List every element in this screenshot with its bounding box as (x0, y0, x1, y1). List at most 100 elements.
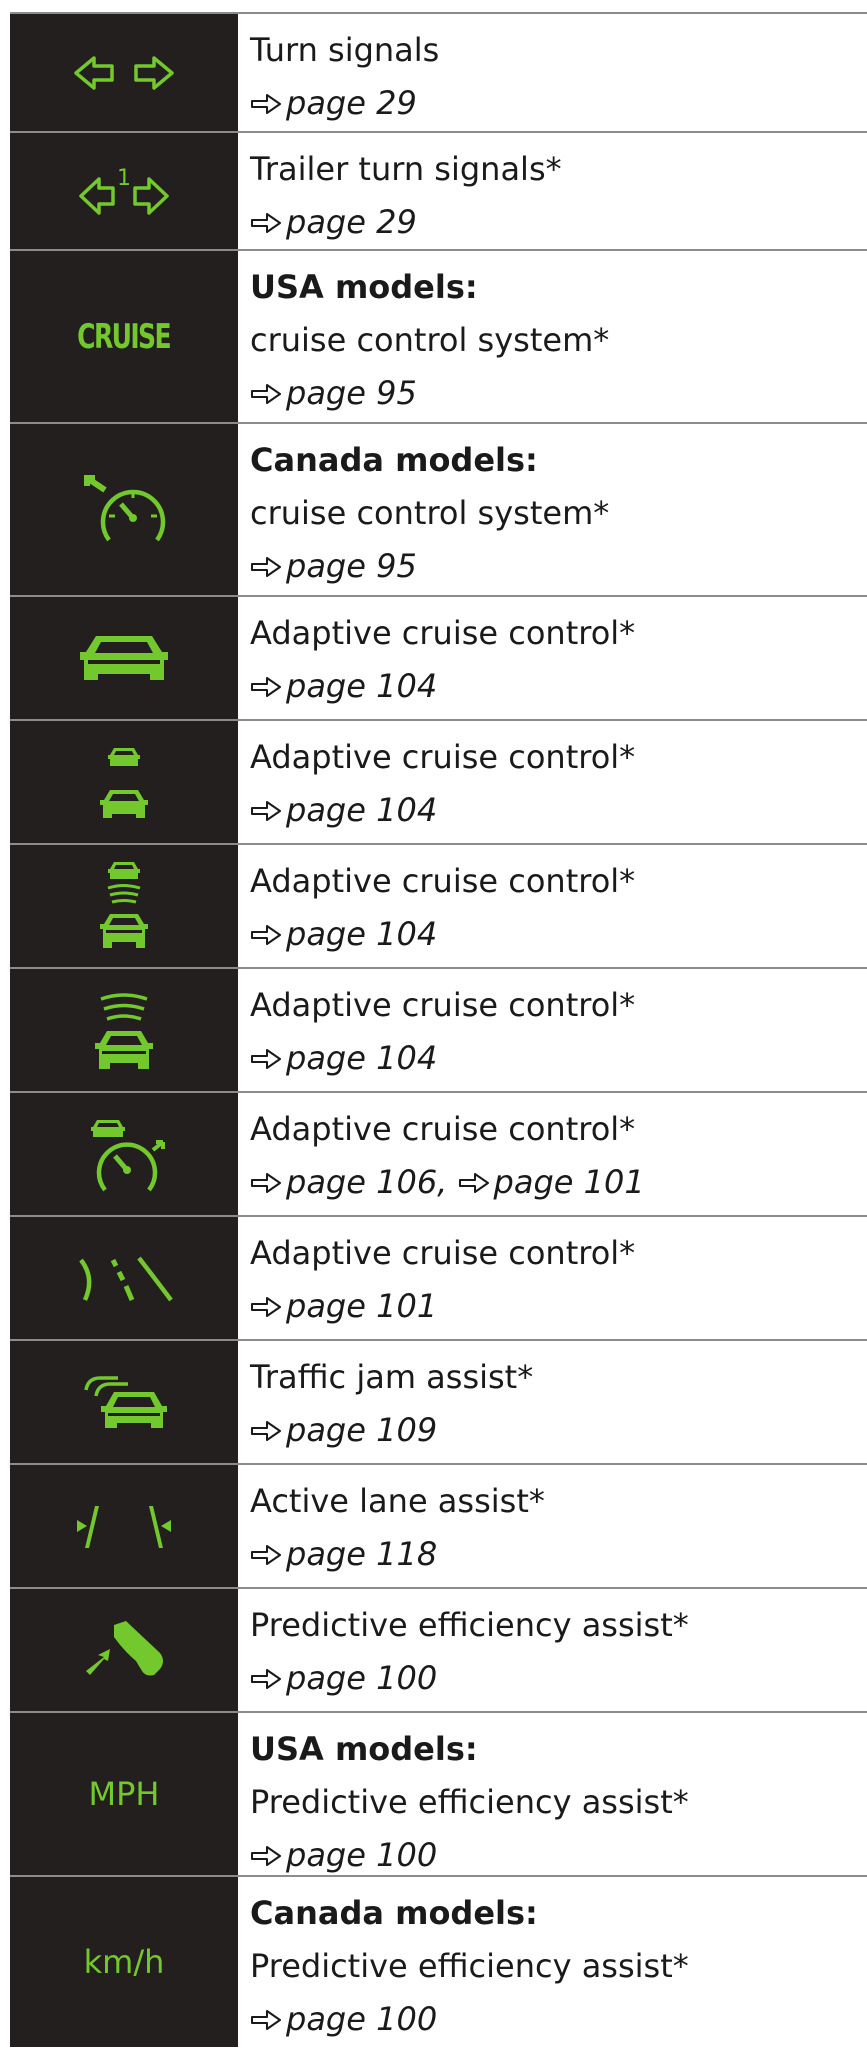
icon-cell: CRUISE (10, 251, 238, 422)
icon-cell (10, 1341, 238, 1463)
description-cell: Adaptive cruise control* page 104 (238, 597, 867, 719)
arrow-right-icon (251, 1669, 281, 1689)
page-reference[interactable]: page 101 (250, 1280, 867, 1333)
arrow-right-icon (251, 94, 281, 114)
arrow-right-icon (251, 1049, 281, 1069)
description-cell: Adaptive cruise control* page 106, page … (238, 1093, 867, 1215)
table-row: MPH USA models: Predictive efficiency as… (10, 1713, 867, 1877)
icon-cell (10, 1465, 238, 1587)
page-reference[interactable]: page 104 (250, 784, 867, 837)
page-reference[interactable]: page 100 (250, 1652, 867, 1705)
description-cell: Adaptive cruise control* page 104 (238, 845, 867, 967)
lane-assist-icon (77, 1506, 171, 1548)
mph-text-icon: MPH (88, 1775, 160, 1813)
page-reference[interactable]: page 104 (250, 660, 867, 713)
row-title: Turn signals (250, 31, 440, 69)
icon-cell (10, 1217, 238, 1339)
row-title: Predictive efficiency assist* (250, 1606, 689, 1644)
trailer-turn-signals-icon: 1 (79, 166, 169, 215)
table-row: Adaptive cruise control* page 104 (10, 597, 867, 721)
description-cell: USA models: Predictive efficiency assist… (238, 1713, 867, 1875)
table-row: CRUISE USA models: cruise control system… (10, 251, 867, 424)
row-title: Adaptive cruise control* (250, 986, 636, 1024)
arrow-right-icon (251, 1846, 281, 1866)
description-cell: Traffic jam assist* page 109 (238, 1341, 867, 1463)
arrow-right-icon (251, 557, 281, 577)
vehicle-distance-icon (100, 748, 148, 818)
page-reference[interactable]: page 109 (250, 1404, 867, 1457)
vehicle-icon (80, 636, 168, 680)
description-cell: Adaptive cruise control* page 104 (238, 969, 867, 1091)
kmh-text-icon: km/h (83, 1943, 165, 1981)
arrow-right-icon (251, 1297, 281, 1317)
row-title: Adaptive cruise control* (250, 614, 636, 652)
description-cell: Adaptive cruise control* page 104 (238, 721, 867, 843)
row-title: Adaptive cruise control* (250, 1110, 636, 1148)
arrow-right-icon (251, 2010, 281, 2030)
row-title: Trailer turn signals* (250, 150, 562, 188)
speedometer-icon (84, 474, 166, 541)
row-title: cruise control system* (250, 321, 610, 359)
table-row: km/h Canada models: Predictive efficienc… (10, 1877, 867, 2047)
arrow-right-icon (251, 384, 281, 404)
arrow-right-icon (458, 1173, 489, 1193)
icon-cell (10, 1589, 238, 1711)
page-reference[interactable]: page 106, page 101 (250, 1156, 867, 1209)
row-title: Predictive efficiency assist* (250, 1947, 689, 1985)
icon-cell (10, 969, 238, 1091)
icon-cell (10, 845, 238, 967)
table-row: Canada models: cruise control system* pa… (10, 424, 867, 597)
row-heading: USA models: (250, 268, 478, 306)
traffic-jam-icon (84, 1376, 167, 1428)
icon-cell: km/h (10, 1877, 238, 2047)
curve-road-icon (79, 1256, 173, 1302)
page-reference[interactable]: page 104 (250, 908, 867, 961)
icon-cell (10, 721, 238, 843)
row-title: Adaptive cruise control* (250, 1234, 636, 1272)
arrow-right-icon (251, 677, 281, 697)
page-reference[interactable]: page 95 (250, 540, 867, 593)
arrow-right-icon (251, 801, 281, 821)
table-row: Active lane assist* page 118 (10, 1465, 867, 1589)
row-title: cruise control system* (250, 494, 610, 532)
description-cell: USA models: cruise control system* page … (238, 251, 867, 422)
icon-cell (10, 14, 238, 131)
row-heading: Canada models: (250, 1894, 538, 1932)
page-reference[interactable]: page 95 (250, 367, 867, 420)
table-row: Adaptive cruise control* page 104 (10, 721, 867, 845)
table-row: Turn signals page 29 (10, 14, 867, 133)
icon-cell: MPH (10, 1713, 238, 1875)
description-cell: Turn signals page 29 (238, 14, 867, 131)
page-reference[interactable]: page 104 (250, 1032, 867, 1085)
vehicle-speedometer-icon (91, 1120, 165, 1192)
row-title: Traffic jam assist* (250, 1358, 534, 1396)
turn-signals-icon (74, 55, 174, 90)
table-row: 1 Trailer turn signals* page 29 (10, 133, 867, 251)
description-cell: Active lane assist* page 118 (238, 1465, 867, 1587)
arrow-right-icon (251, 1421, 281, 1441)
page-reference[interactable]: page 100 (250, 1829, 867, 1882)
trailer-number: 1 (117, 166, 131, 191)
row-title: Adaptive cruise control* (250, 862, 636, 900)
page-reference[interactable]: page 100 (250, 1993, 867, 2046)
arrow-right-icon (251, 213, 281, 233)
table-row: Adaptive cruise control* page 106, page … (10, 1093, 867, 1217)
arrow-right-icon (251, 1545, 281, 1565)
description-cell: Canada models: cruise control system* pa… (238, 424, 867, 595)
icon-cell (10, 597, 238, 719)
description-cell: Adaptive cruise control* page 101 (238, 1217, 867, 1339)
description-cell: Canada models: Predictive efficiency ass… (238, 1877, 867, 2047)
table-row: Traffic jam assist* page 109 (10, 1341, 867, 1465)
row-heading: Canada models: (250, 441, 538, 479)
row-title: Predictive efficiency assist* (250, 1783, 689, 1821)
arrow-right-icon (251, 1173, 281, 1193)
page-reference[interactable]: page 118 (250, 1528, 867, 1581)
page-reference[interactable]: page 29 (250, 77, 867, 130)
row-heading: USA models: (250, 1730, 478, 1768)
page-reference[interactable]: page 29 (250, 196, 867, 249)
vehicle-radar-icon (95, 993, 153, 1069)
icon-cell (10, 424, 238, 595)
table-row: Predictive efficiency assist* page 100 (10, 1589, 867, 1713)
table-row: Adaptive cruise control* page 104 (10, 969, 867, 1093)
vehicle-radar-distance-icon (100, 862, 148, 948)
